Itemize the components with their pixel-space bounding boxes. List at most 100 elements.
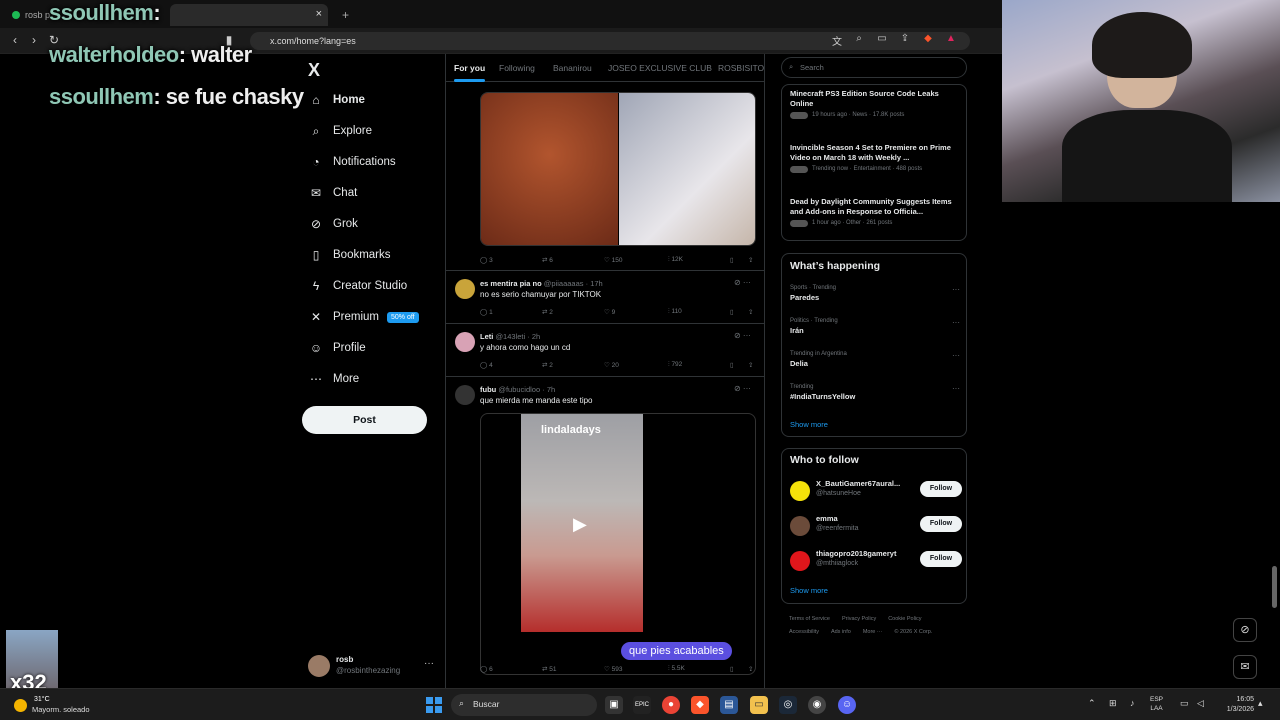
news-item[interactable]: Dead by Daylight Community Suggests Item… bbox=[790, 197, 962, 227]
obs-icon[interactable]: ◉ bbox=[808, 696, 826, 714]
footer-link[interactable]: More ··· bbox=[863, 629, 883, 635]
language-indicator[interactable]: ESP LAA bbox=[1150, 695, 1163, 713]
grok-floating-icon[interactable]: ⊘ bbox=[1233, 618, 1257, 642]
footer-link[interactable]: Privacy Policy bbox=[842, 616, 876, 622]
browser-tab-active[interactable]: × bbox=[170, 4, 328, 26]
bookmark-icon[interactable]: ▯ bbox=[730, 361, 734, 369]
follow-suggestion[interactable]: emma @reenfermita Follow bbox=[790, 514, 962, 538]
tweet-time[interactable]: · 7h bbox=[542, 385, 555, 394]
tab-for-you[interactable]: For you bbox=[454, 63, 486, 82]
translate-icon[interactable]: 文 bbox=[830, 33, 844, 48]
views-button[interactable]: ⫶ 5.5K bbox=[668, 665, 685, 673]
epic-games-icon[interactable]: EPIC bbox=[633, 696, 651, 714]
tweet-handle[interactable]: @fubucidloo bbox=[498, 385, 540, 394]
scrollbar-thumb[interactable] bbox=[1272, 566, 1277, 608]
avatar[interactable] bbox=[790, 516, 810, 536]
show-more-link[interactable]: Show more bbox=[790, 420, 828, 429]
footer-link[interactable]: Cookie Policy bbox=[888, 616, 921, 622]
like-button[interactable]: ♡ 20 bbox=[604, 361, 619, 369]
bookmark-icon[interactable]: ▯ bbox=[730, 308, 734, 316]
show-more-link[interactable]: Show more bbox=[790, 586, 828, 595]
nav-creator-studio[interactable]: ϟ Creator Studio bbox=[308, 274, 407, 298]
system-clock[interactable]: 16:05 1/3/2026 bbox=[1226, 695, 1254, 715]
search-input[interactable]: ⌕ Search bbox=[781, 57, 967, 78]
reply-button[interactable]: ◯ 3 bbox=[480, 256, 493, 264]
mic-icon[interactable]: ♪ bbox=[1130, 698, 1135, 708]
share-icon[interactable]: ⇪ bbox=[748, 665, 753, 673]
task-view-icon[interactable]: ▣ bbox=[605, 696, 623, 714]
like-button[interactable]: ♡ 593 bbox=[604, 665, 623, 673]
like-button[interactable]: ♡ 150 bbox=[604, 256, 623, 264]
share-icon[interactable]: ⇪ bbox=[748, 256, 753, 264]
footer-link[interactable]: Terms of Service bbox=[789, 616, 830, 622]
share-icon[interactable]: ⇪ bbox=[748, 308, 753, 316]
share-icon[interactable]: ⇪ bbox=[898, 33, 912, 47]
more-icon[interactable]: ··· bbox=[952, 351, 960, 360]
tab-bananirou[interactable]: Bananirou bbox=[553, 63, 592, 73]
nav-notifications[interactable]: ◔ Notifications bbox=[308, 150, 395, 174]
account-switcher[interactable]: rosb @rosbinthezazing ··· bbox=[308, 652, 436, 682]
more-icon[interactable]: ··· bbox=[424, 658, 434, 669]
new-tab-button[interactable]: + bbox=[334, 4, 354, 26]
tweet-author[interactable]: fubu bbox=[480, 385, 496, 394]
tweet-video[interactable]: lindaladays ▶ que pies acabables bbox=[480, 413, 756, 675]
footer-link[interactable]: Ads info bbox=[831, 629, 851, 635]
views-button[interactable]: ⫶ 110 bbox=[668, 308, 682, 316]
more-icon[interactable]: ⊘ ··· bbox=[734, 384, 751, 393]
brave-rewards-icon[interactable]: ▲ bbox=[944, 33, 958, 47]
folder-icon[interactable]: ▭ bbox=[750, 696, 768, 714]
controller-icon[interactable]: ⊞ bbox=[1109, 698, 1117, 709]
trend-item[interactable]: Sports · Trending Paredes ··· bbox=[790, 285, 960, 302]
more-icon[interactable]: ··· bbox=[952, 285, 960, 294]
avatar[interactable] bbox=[790, 551, 810, 571]
tweet-time[interactable]: · 2h bbox=[527, 332, 540, 341]
bookmark-icon[interactable]: ▯ bbox=[730, 256, 734, 264]
tweet-handle[interactable]: @piiaaaaas bbox=[544, 279, 584, 288]
nav-chat[interactable]: ✉ Chat bbox=[308, 181, 357, 205]
more-icon[interactable]: ⊘ ··· bbox=[734, 331, 751, 340]
windows-start-icon[interactable] bbox=[426, 697, 442, 713]
avatar[interactable] bbox=[455, 385, 475, 405]
back-icon[interactable]: ‹ bbox=[8, 33, 22, 47]
forward-icon[interactable]: › bbox=[27, 33, 41, 47]
tab-following[interactable]: Following bbox=[499, 63, 535, 73]
nav-more[interactable]: ⋯ More bbox=[308, 367, 359, 391]
tweet-author[interactable]: Leti bbox=[480, 332, 493, 341]
post-button[interactable]: Post bbox=[302, 406, 427, 434]
notification-icon[interactable]: ▴ bbox=[1258, 698, 1263, 709]
news-item[interactable]: Invincible Season 4 Set to Premiere on P… bbox=[790, 143, 962, 173]
reply-button[interactable]: ◯ 4 bbox=[480, 361, 493, 369]
play-icon[interactable]: ▶ bbox=[573, 514, 587, 535]
nav-premium[interactable]: ✕ Premium 50% off bbox=[308, 305, 419, 329]
avatar[interactable] bbox=[455, 332, 475, 352]
tray-chevron-icon[interactable]: ⌃ bbox=[1088, 698, 1096, 709]
views-button[interactable]: ⫶ 792 bbox=[668, 361, 682, 369]
news-item[interactable]: Minecraft PS3 Edition Source Code Leaks … bbox=[790, 89, 962, 119]
nav-profile[interactable]: ☺ Profile bbox=[308, 336, 366, 360]
follow-suggestion[interactable]: X_BautiGamer67aural... @hatsuneHoe Follo… bbox=[790, 479, 962, 503]
x-logo[interactable]: X bbox=[308, 60, 320, 81]
avatar[interactable] bbox=[790, 481, 810, 501]
chrome-icon[interactable]: ● bbox=[662, 696, 680, 714]
more-icon[interactable]: ··· bbox=[952, 384, 960, 393]
footer-link[interactable]: Accessibility bbox=[789, 629, 819, 635]
cast-icon[interactable]: ▭ bbox=[875, 33, 889, 47]
tweet-handle[interactable]: @143leti bbox=[495, 332, 525, 341]
tweet-media[interactable] bbox=[480, 92, 756, 246]
zoom-icon[interactable]: ⌕ bbox=[852, 33, 866, 47]
brave-icon[interactable]: ◆ bbox=[691, 696, 709, 714]
follow-button[interactable]: Follow bbox=[920, 516, 962, 532]
repost-button[interactable]: ⇄ 6 bbox=[542, 256, 553, 264]
follow-button[interactable]: Follow bbox=[920, 481, 962, 497]
follow-button[interactable]: Follow bbox=[920, 551, 962, 567]
messages-floating-icon[interactable]: ✉ bbox=[1233, 655, 1257, 679]
nav-home[interactable]: ⌂ Home bbox=[308, 88, 365, 112]
tweet-author[interactable]: es mentira pia no bbox=[480, 279, 542, 288]
network-icon[interactable]: ▭ bbox=[1180, 698, 1189, 709]
brave-shield-icon[interactable]: ◆ bbox=[921, 33, 935, 47]
nav-bookmarks[interactable]: ▯ Bookmarks bbox=[308, 243, 391, 267]
tweet-time[interactable]: · 17h bbox=[586, 279, 603, 288]
nav-grok[interactable]: ⊘ Grok bbox=[308, 212, 358, 236]
tab-rosbisitos[interactable]: ROSBISITOS bbox=[718, 63, 764, 73]
more-icon[interactable]: ··· bbox=[952, 318, 960, 327]
